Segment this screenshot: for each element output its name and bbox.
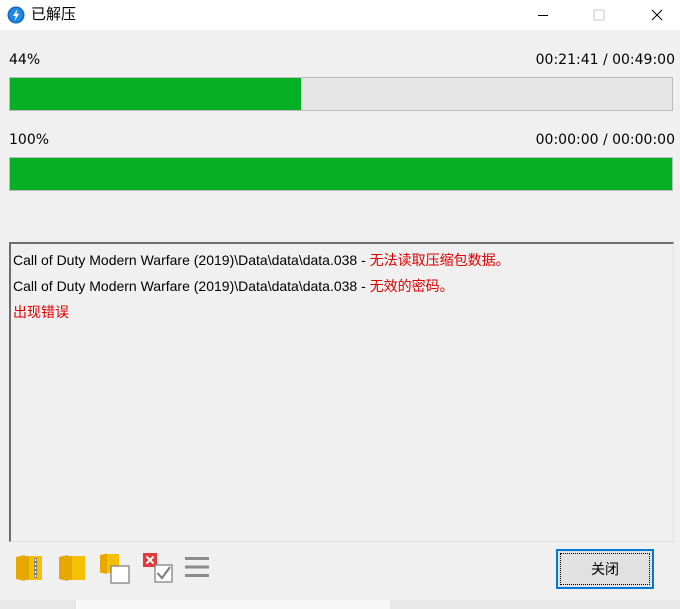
lightning-icon: [7, 6, 25, 24]
scrollbar-thumb[interactable]: [76, 600, 390, 609]
close-button[interactable]: [634, 0, 680, 30]
minimize-button[interactable]: [520, 0, 566, 30]
open-archive-icon[interactable]: [13, 552, 45, 584]
progress-bar-total: [9, 157, 673, 191]
log-path: Call of Duty Modern Warfare (2019)\Data\…: [13, 252, 358, 268]
log-error: 出现错误: [13, 304, 69, 320]
log-line: Call of Duty Modern Warfare (2019)\Data\…: [13, 249, 671, 275]
maximize-button[interactable]: [576, 0, 622, 30]
progress-time-label: 00:21:41 / 00:49:00: [535, 52, 675, 68]
progress-bar-fill: [10, 158, 672, 190]
minimize-icon: [538, 15, 548, 16]
progress-percent-label: 100%: [9, 132, 50, 148]
progress-bar-current: [9, 77, 673, 111]
title-bar: 已解压: [0, 0, 680, 30]
log-separator: -: [357, 252, 370, 268]
log-line: Call of Duty Modern Warfare (2019)\Data\…: [13, 275, 671, 301]
horizontal-scrollbar[interactable]: [0, 600, 680, 609]
close-dialog-button[interactable]: 关闭: [556, 549, 654, 589]
progress-percent-label: 44%: [9, 52, 41, 68]
message-log[interactable]: Call of Duty Modern Warfare (2019)\Data\…: [9, 242, 674, 542]
close-icon: [651, 9, 663, 21]
window-title: 已解压: [31, 5, 77, 23]
progress-bar-fill: [10, 78, 302, 110]
select-delete-icon[interactable]: [142, 552, 174, 584]
log-separator: -: [357, 278, 370, 294]
menu-icon[interactable]: [182, 552, 214, 584]
maximize-icon: [593, 9, 605, 21]
log-error: 无效的密码。: [369, 278, 454, 294]
log-line: 出现错误: [13, 301, 671, 327]
log-error: 无法读取压缩包数据。: [369, 252, 510, 268]
progress-time-label: 00:00:00 / 00:00:00: [535, 132, 675, 148]
copy-icon[interactable]: [99, 552, 131, 584]
open-folder-icon[interactable]: [56, 552, 88, 584]
focus-outline: [560, 553, 650, 585]
log-path: Call of Duty Modern Warfare (2019)\Data\…: [13, 278, 358, 294]
